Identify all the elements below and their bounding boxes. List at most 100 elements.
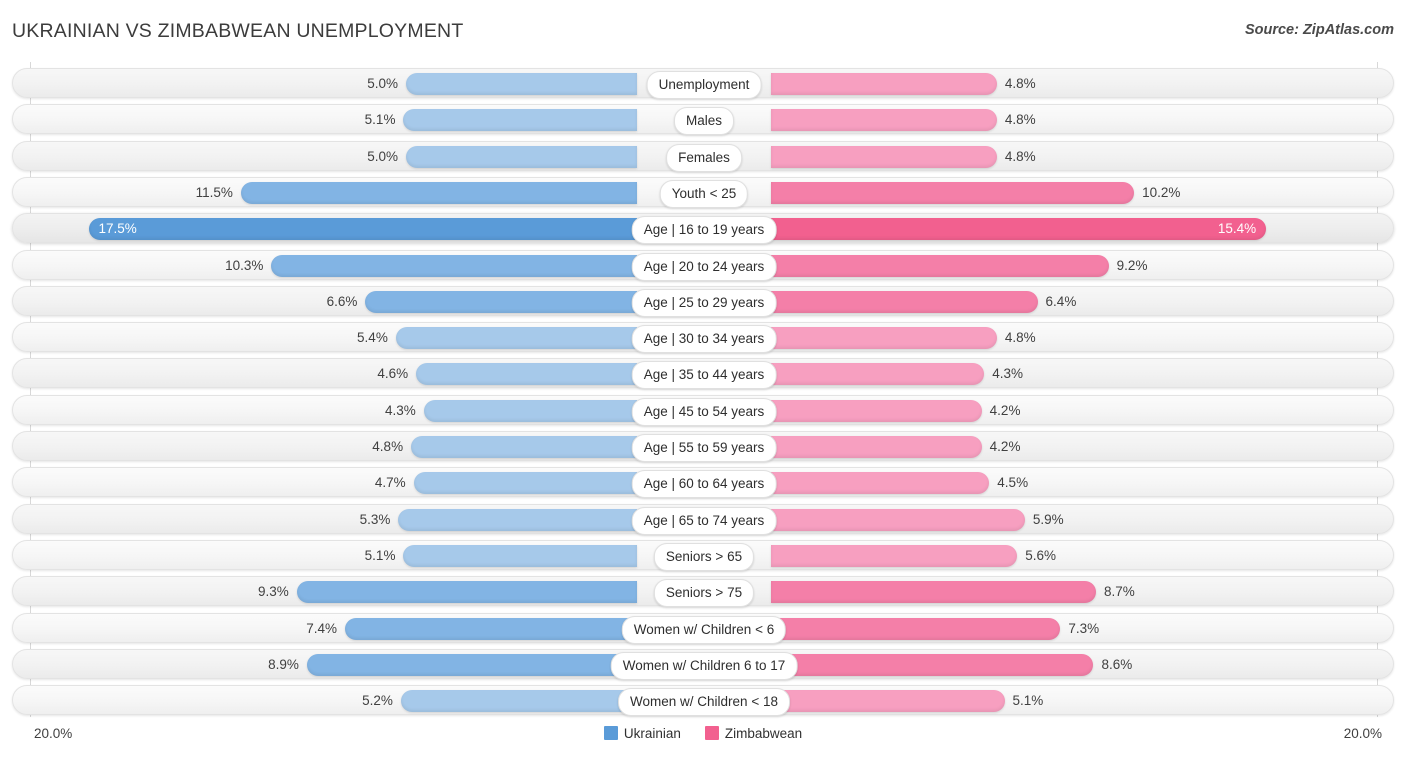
value-label-zimbabwean: 15.4% <box>1217 221 1257 237</box>
value-label-ukrainian: 4.3% <box>384 402 416 418</box>
bar-zimbabwean <box>771 363 985 386</box>
value-label-zimbabwean: 8.6% <box>1101 656 1133 672</box>
value-label-ukrainian: 8.9% <box>268 656 299 672</box>
legend-label: Zimbabwean <box>724 725 803 741</box>
page-title: UKRAINIAN VS ZIMBABWEAN UNEMPLOYMENT <box>12 20 464 42</box>
bar-ukrainian <box>403 109 637 132</box>
legend-swatch-icon <box>704 726 719 741</box>
bar-ukrainian <box>411 436 637 458</box>
table-row[interactable]: 8.9% 8.6% Women w/ Children 6 to 17 <box>12 648 1394 680</box>
category-label[interactable]: Unemployment <box>646 71 762 99</box>
value-label-zimbabwean: 5.1% <box>1012 693 1044 709</box>
bar-zimbabwean <box>771 290 1038 313</box>
category-label[interactable]: Age | 25 to 29 years <box>631 288 777 317</box>
bar-ukrainian <box>416 363 637 386</box>
value-label-ukrainian: 10.3% <box>225 257 264 273</box>
category-label[interactable]: Females <box>666 143 742 172</box>
value-label-zimbabwean: 9.2% <box>1116 257 1148 273</box>
value-label-zimbabwean: 5.9% <box>1032 511 1064 527</box>
table-row[interactable]: 11.5% 10.2% Youth < 25 <box>12 176 1394 208</box>
value-label-zimbabwean: 4.2% <box>989 439 1021 454</box>
category-label[interactable]: Age | 20 to 24 years <box>631 252 777 281</box>
category-label[interactable]: Age | 30 to 34 years <box>631 325 777 354</box>
value-label-zimbabwean: 4.8% <box>1004 76 1036 91</box>
table-row[interactable]: 5.2% 5.1% Women w/ Children < 18 <box>12 685 1394 717</box>
legend-swatch-icon <box>603 726 618 741</box>
bar-zimbabwean <box>771 508 1025 531</box>
bar-ukrainian <box>406 73 637 95</box>
bar-zimbabwean <box>771 436 982 458</box>
value-label-zimbabwean: 8.7% <box>1103 584 1135 600</box>
category-label[interactable]: Women w/ Children 6 to 17 <box>610 651 798 680</box>
chart-footer: 20.0% 20.0% Ukrainian Zimbabwean <box>0 717 1406 757</box>
bar-zimbabwean <box>771 145 997 168</box>
category-label[interactable]: Age | 60 to 64 years <box>631 470 777 499</box>
chart-legend: Ukrainian Zimbabwean <box>0 725 1406 741</box>
table-row[interactable]: 5.0% 4.8% Unemployment <box>12 68 1394 99</box>
bar-zimbabwean <box>771 254 1109 277</box>
bar-ukrainian <box>271 254 637 277</box>
category-label[interactable]: Youth < 25 <box>659 179 749 208</box>
table-row[interactable]: 5.4% 4.8% Age | 30 to 34 years <box>12 322 1394 354</box>
value-label-ukrainian: 11.5% <box>195 184 233 200</box>
bar-zimbabwean <box>771 617 1061 640</box>
value-label-ukrainian: 5.4% <box>357 330 388 346</box>
value-label-ukrainian: 5.1% <box>364 547 396 563</box>
bar-zimbabwean <box>771 181 1135 204</box>
source-attribution: Source: ZipAtlas.com <box>1244 22 1394 38</box>
value-label-ukrainian: 5.3% <box>359 511 391 527</box>
bar-ukrainian <box>413 472 637 495</box>
table-row[interactable]: 17.5% 15.4% Age | 16 to 19 years <box>12 213 1394 245</box>
category-label[interactable]: Women w/ Children < 6 <box>621 615 787 644</box>
table-row[interactable]: 5.3% 5.9% Age | 65 to 74 years <box>12 503 1394 535</box>
value-label-zimbabwean: 6.4% <box>1045 293 1077 309</box>
value-label-zimbabwean: 5.6% <box>1025 547 1057 563</box>
category-label[interactable]: Seniors > 65 <box>653 542 755 571</box>
value-label-ukrainian: 5.0% <box>367 148 398 164</box>
bar-zimbabwean <box>771 109 997 132</box>
table-row[interactable]: 6.6% 6.4% Age | 25 to 29 years <box>12 285 1394 317</box>
value-label-ukrainian: 4.8% <box>372 439 404 454</box>
legend-item[interactable]: Zimbabwean <box>704 725 803 741</box>
bar-ukrainian <box>365 290 637 313</box>
value-label-ukrainian: 4.6% <box>377 366 409 382</box>
table-row[interactable]: 4.3% 4.2% Age | 45 to 54 years <box>12 394 1394 426</box>
value-label-zimbabwean: 4.2% <box>989 402 1021 418</box>
value-label-ukrainian: 17.5% <box>98 221 137 237</box>
bar-ukrainian <box>296 581 637 604</box>
table-row[interactable]: 9.3% 8.7% Seniors > 75 <box>12 576 1394 608</box>
table-row[interactable]: 5.1% 4.8% Males <box>12 104 1394 136</box>
category-label[interactable]: Women w/ Children < 18 <box>618 688 790 717</box>
table-row[interactable]: 4.6% 4.3% Age | 35 to 44 years <box>12 358 1394 390</box>
table-row[interactable]: 4.7% 4.5% Age | 60 to 64 years <box>12 467 1394 499</box>
table-row[interactable]: 5.1% 5.6% Seniors > 65 <box>12 539 1394 571</box>
chart-plot-area: 5.0% 4.8% Unemployment 5.1% 4.8% Males 5.0% 4.8… <box>0 62 1406 717</box>
value-label-ukrainian: 5.2% <box>362 693 393 709</box>
category-label[interactable]: Age | 45 to 54 years <box>631 397 777 426</box>
table-row[interactable]: 4.8% 4.2% Age | 55 to 59 years <box>12 431 1394 462</box>
value-label-zimbabwean: 4.8% <box>1004 148 1036 164</box>
bar-ukrainian <box>423 399 637 422</box>
table-row[interactable]: 5.0% 4.8% Females <box>12 140 1394 172</box>
chart-header: UKRAINIAN VS ZIMBABWEAN UNEMPLOYMENT Sou… <box>0 0 1406 62</box>
category-label[interactable]: Age | 65 to 74 years <box>631 506 777 535</box>
table-row[interactable]: 10.3% 9.2% Age | 20 to 24 years <box>12 249 1394 281</box>
category-label[interactable]: Age | 35 to 44 years <box>631 361 777 390</box>
bar-zimbabwean <box>771 472 990 495</box>
bar-ukrainian <box>345 617 637 640</box>
bar-ukrainian <box>403 544 637 567</box>
legend-label: Ukrainian <box>623 725 681 741</box>
category-label[interactable]: Age | 16 to 19 years <box>631 216 777 245</box>
value-label-ukrainian: 5.1% <box>364 112 396 128</box>
bar-zimbabwean <box>771 544 1018 567</box>
value-label-ukrainian: 7.4% <box>306 620 338 636</box>
bar-zimbabwean <box>771 581 1096 604</box>
category-label[interactable]: Males <box>673 107 735 136</box>
table-row[interactable]: 7.4% 7.3% Women w/ Children < 6 <box>12 612 1394 644</box>
legend-item[interactable]: Ukrainian <box>603 725 681 741</box>
category-label[interactable]: Age | 55 to 59 years <box>631 434 777 462</box>
value-label-ukrainian: 9.3% <box>257 584 289 600</box>
bar-zimbabwean <box>771 327 997 350</box>
category-label[interactable]: Seniors > 75 <box>653 579 755 608</box>
bar-ukrainian <box>306 653 637 676</box>
